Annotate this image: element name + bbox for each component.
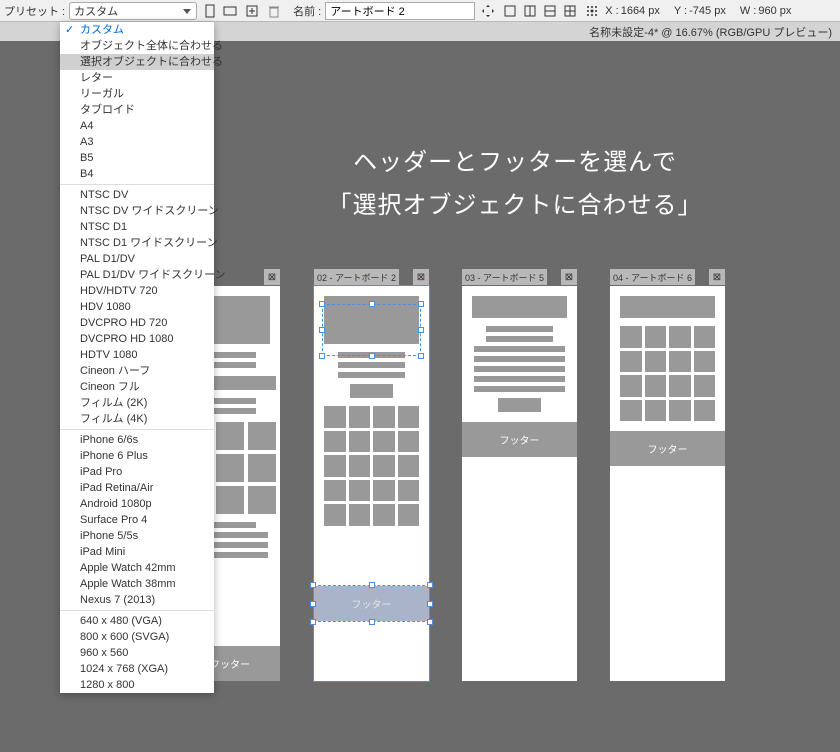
delete-artboard-icon[interactable] [265,2,283,20]
preset-option[interactable]: iPhone 6 Plus [60,448,214,464]
grid-icon-3[interactable] [541,2,559,20]
grid-icon-2[interactable] [521,2,539,20]
preset-option[interactable]: PAL D1/DV [60,251,214,267]
preset-option[interactable]: 1280 x 800 [60,677,214,693]
preset-option[interactable]: Surface Pro 4 [60,512,214,528]
grid-4 [620,326,715,421]
artboard-name-input[interactable] [325,2,475,20]
ref-point-selector[interactable] [583,2,601,20]
artboard-4-footer: フッター [610,431,725,466]
dropdown-separator [60,610,214,611]
preset-option[interactable]: リーガル [60,86,214,102]
preset-option[interactable]: iPad Retina/Air [60,480,214,496]
preset-label: プリセット : [4,3,65,19]
move-with-artboard-icon[interactable] [479,2,497,20]
artboard-1-close-icon[interactable]: ⊠ [264,269,280,285]
artboard-3-close-icon[interactable]: ⊠ [561,269,577,285]
preset-option[interactable]: 800 x 600 (SVGA) [60,629,214,645]
artboard-4-close-icon[interactable]: ⊠ [709,269,725,285]
preset-option[interactable]: Apple Watch 38mm [60,576,214,592]
preset-option[interactable]: オブジェクト全体に合わせる [60,38,214,54]
artboard-3-label[interactable]: 03 - アートボード 5 [462,269,547,285]
dropdown-separator [60,184,214,185]
selection-handle[interactable] [319,353,325,359]
grid-4 [324,406,419,526]
portrait-icon[interactable] [201,2,219,20]
grid-icon-4[interactable] [561,2,579,20]
preset-option[interactable]: HDTV 1080 [60,347,214,363]
preset-option[interactable]: カスタム [60,22,214,38]
preset-option[interactable]: DVCPRO HD 720 [60,315,214,331]
hero-block [472,296,567,318]
preset-option[interactable]: NTSC DV ワイドスクリーン [60,203,214,219]
orientation-icons [201,2,239,20]
preset-option[interactable]: Apple Watch 42mm [60,560,214,576]
preset-option[interactable]: Cineon ハーフ [60,363,214,379]
ref-point-icons [501,2,579,20]
preset-option[interactable]: A3 [60,134,214,150]
dropdown-separator [60,429,214,430]
preset-option[interactable]: 960 x 560 [60,645,214,661]
y-label: Y : [674,5,687,17]
y-value[interactable]: -745 px [689,5,726,17]
preset-option[interactable]: フィルム (2K) [60,395,214,411]
preset-option[interactable]: iPad Pro [60,464,214,480]
preset-option[interactable]: 640 x 480 (VGA) [60,613,214,629]
preset-option[interactable]: NTSC D1 ワイドスクリーン [60,235,214,251]
preset-option[interactable]: A4 [60,118,214,134]
preset-option[interactable]: Cineon フル [60,379,214,395]
preset-option[interactable]: iPhone 6/6s [60,432,214,448]
artboard-2[interactable]: 02 - アートボード 2 ⊠ フッター [314,286,429,681]
help-line1: ヘッダーとフッターを選んで [210,141,820,184]
preset-option[interactable]: 選択オブジェクトに合わせる [60,54,214,70]
w-value[interactable]: 960 px [758,5,791,17]
new-artboard-icon[interactable] [243,2,261,20]
preset-dropdown[interactable]: カスタム [69,2,197,20]
preset-option[interactable]: NTSC D1 [60,219,214,235]
preset-option[interactable]: HDV 1080 [60,299,214,315]
artboard-3-footer: フッター [462,422,577,457]
preset-option[interactable]: 1024 x 768 (XGA) [60,661,214,677]
preset-option[interactable]: B5 [60,150,214,166]
preset-option[interactable]: DVCPRO HD 1080 [60,331,214,347]
x-value[interactable]: 1664 px [621,5,660,17]
artboard-3[interactable]: 03 - アートボード 5 ⊠ フッター [462,286,577,681]
preset-option[interactable]: NTSC DV [60,187,214,203]
preset-value: カスタム [74,3,118,19]
w-label: W : [740,5,757,17]
name-label: 名前 : [293,3,321,19]
selection-handle[interactable] [418,353,424,359]
hero-block-selected[interactable] [324,296,419,344]
preset-option[interactable]: フィルム (4K) [60,411,214,427]
preset-dropdown-menu[interactable]: カスタムオブジェクト全体に合わせる選択オブジェクトに合わせるレターリーガルタブロ… [60,22,214,693]
artboard-toolbar: プリセット : カスタム 名前 : X : 1664 px Y : -745 p… [0,0,840,22]
preset-option[interactable]: レター [60,70,214,86]
artboard-4-label[interactable]: 04 - アートボード 6 [610,269,695,285]
preset-option[interactable]: Android 1080p [60,496,214,512]
grid-icon-1[interactable] [501,2,519,20]
help-text-overlay: ヘッダーとフッターを選んで 「選択オブジェクトに合わせる」 [210,141,820,227]
preset-option[interactable]: HDV/HDTV 720 [60,283,214,299]
preset-option[interactable]: B4 [60,166,214,182]
artboard-2-label[interactable]: 02 - アートボード 2 [314,269,399,285]
document-title-text: 名称未設定-4* @ 16.67% (RGB/GPU プレビュー) [589,24,832,40]
preset-option[interactable]: タブロイド [60,102,214,118]
landscape-icon[interactable] [221,2,239,20]
preset-option[interactable]: iPad Mini [60,544,214,560]
artboard-4[interactable]: 04 - アートボード 6 ⊠ フッター [610,286,725,681]
preset-option[interactable]: Nexus 7 (2013) [60,592,214,608]
help-line2: 「選択オブジェクトに合わせる」 [210,184,820,227]
x-label: X : [605,5,618,17]
hero-block [620,296,715,318]
artboard-2-close-icon[interactable]: ⊠ [413,269,429,285]
preset-option[interactable]: iPhone 5/5s [60,528,214,544]
preset-option[interactable]: PAL D1/DV ワイドスクリーン [60,267,214,283]
artboard-2-footer[interactable]: フッター [314,586,429,621]
